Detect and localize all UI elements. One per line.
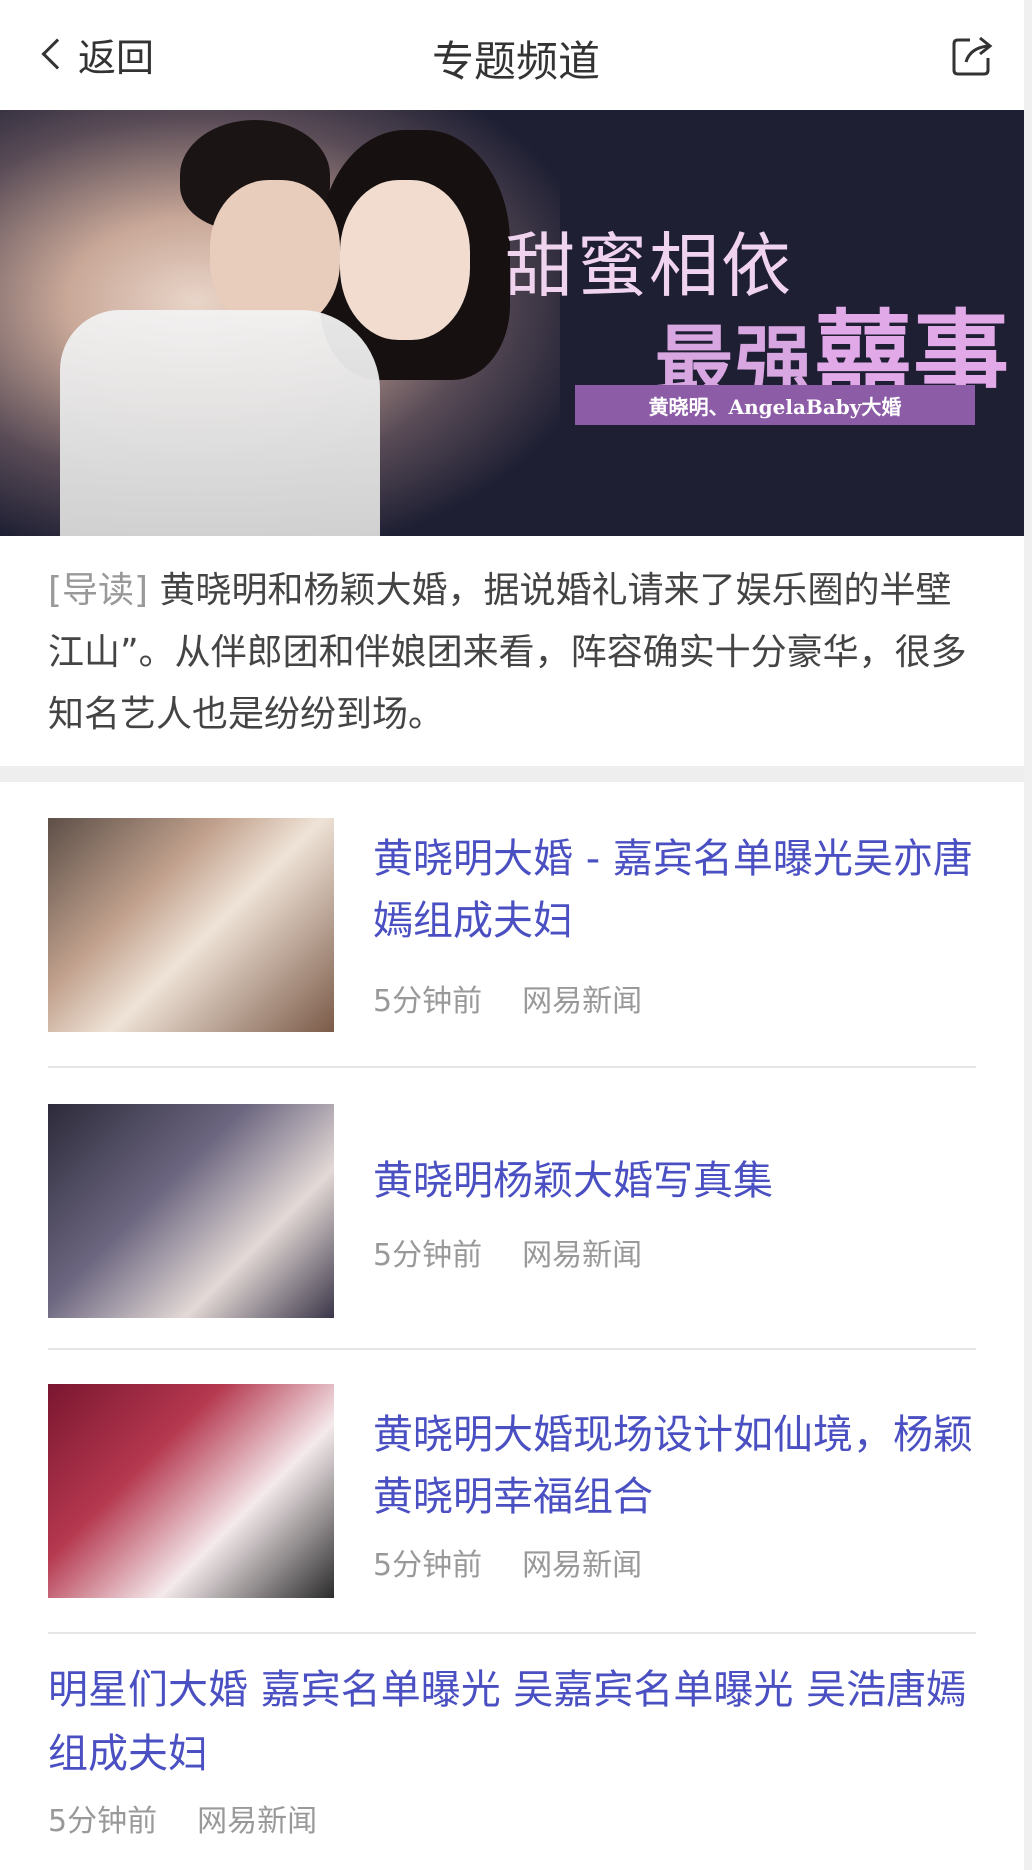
- item-divider: [48, 1632, 976, 1634]
- nav-bar: 返回 专题频道: [0, 0, 1032, 110]
- news-time: 5分钟前: [373, 1548, 483, 1583]
- news-title: 黄晓明杨颖大婚写真集: [373, 1158, 773, 1204]
- news-source: 网易新闻: [197, 1804, 318, 1839]
- news-item[interactable]: 黄晓明杨颖大婚写真集 5分钟前 网易新闻: [48, 1104, 976, 1318]
- news-thumbnail: [48, 818, 334, 1032]
- news-item-text-only[interactable]: 明星们大婚 嘉宾名单曝光 吴嘉宾名单曝光 吴浩唐嫣组成夫妇 5分钟前 网易新闻: [48, 1658, 988, 1840]
- share-icon[interactable]: [948, 32, 996, 80]
- news-item[interactable]: 黄晓明大婚 - 嘉宾名单曝光吴亦唐嫣组成夫妇 5分钟前 网易新闻: [48, 818, 976, 1032]
- news-title: 黄晓明大婚 - 嘉宾名单曝光吴亦唐嫣组成夫妇: [373, 836, 973, 944]
- news-source: 网易新闻: [522, 984, 643, 1019]
- news-meta: 5分钟前 网易新闻: [48, 1796, 988, 1840]
- news-item[interactable]: 黄晓明大婚现场设计如仙境，杨颖黄晓明幸福组合 5分钟前 网易新闻: [48, 1384, 976, 1598]
- banner-photo-suit: [60, 310, 380, 536]
- scroll-edge: [1024, 0, 1032, 1870]
- news-thumbnail: [48, 1384, 334, 1598]
- news-meta: 5分钟前 网易新闻: [373, 976, 642, 1020]
- section-divider: [0, 766, 1024, 782]
- news-meta: 5分钟前 网易新闻: [373, 1230, 642, 1274]
- intro-paragraph: [导读] 黄晓明和杨颖大婚，据说婚礼请来了娱乐圈的半壁江山”。从伴郎团和伴娘团来…: [48, 560, 984, 746]
- news-source: 网易新闻: [522, 1548, 643, 1583]
- intro-text: 黄晓明和杨颖大婚，据说婚礼请来了娱乐圈的半壁江山”。从伴郎团和伴娘团来看，阵容确…: [48, 570, 967, 735]
- news-time: 5分钟前: [373, 984, 483, 1019]
- item-divider: [48, 1066, 976, 1068]
- news-source: 网易新闻: [522, 1238, 643, 1273]
- news-meta: 5分钟前 网易新闻: [373, 1540, 642, 1584]
- banner-tagline: 黄晓明、AngelaBaby大婚: [575, 385, 975, 425]
- banner-photo-bride-face: [340, 180, 470, 340]
- news-title: 明星们大婚 嘉宾名单曝光 吴嘉宾名单曝光 吴浩唐嫣组成夫妇: [48, 1667, 967, 1777]
- news-thumbnail: [48, 1104, 334, 1318]
- hero-banner[interactable]: 甜蜜相依 最强囍事 黄晓明、AngelaBaby大婚: [0, 110, 1024, 536]
- intro-tag: [导读]: [48, 570, 149, 611]
- news-time: 5分钟前: [373, 1238, 483, 1273]
- page-title: 专题频道: [431, 37, 600, 86]
- news-title: 黄晓明大婚现场设计如仙境，杨颖黄晓明幸福组合: [373, 1412, 973, 1520]
- banner-photo-groom-face: [210, 180, 340, 330]
- news-time: 5分钟前: [48, 1804, 158, 1839]
- item-divider: [48, 1348, 976, 1350]
